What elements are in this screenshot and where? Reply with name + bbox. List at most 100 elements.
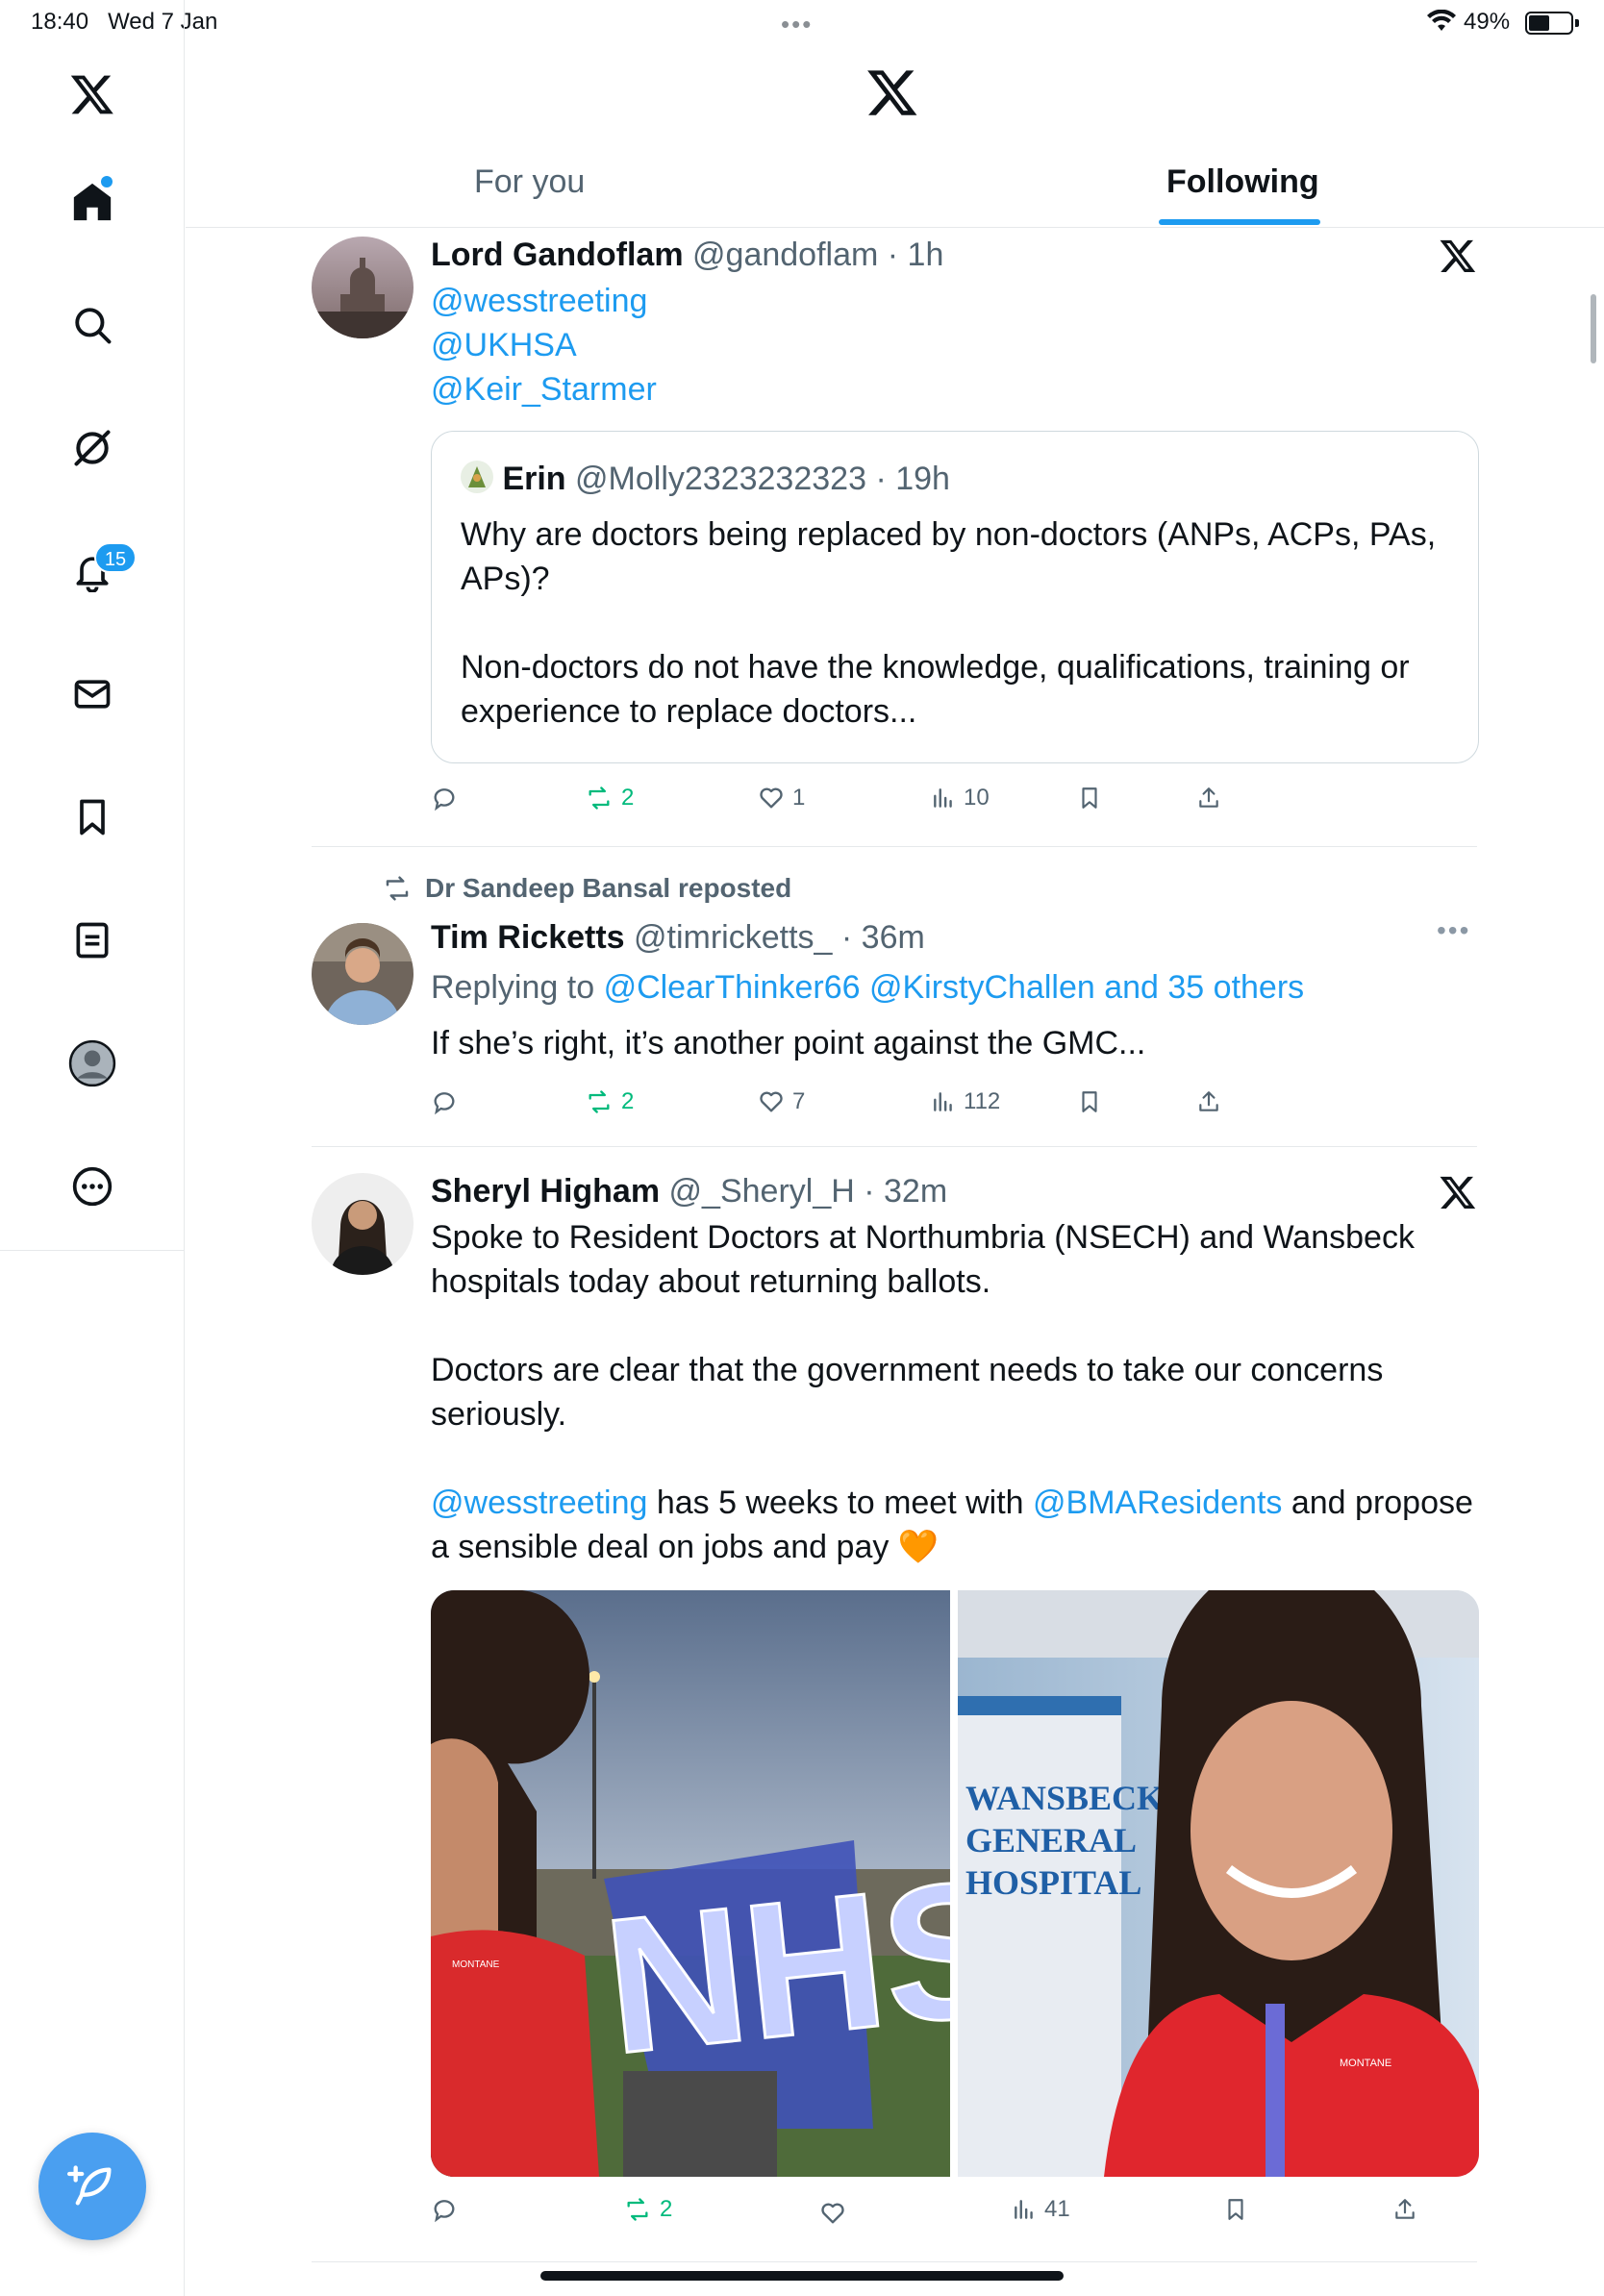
more-icon[interactable] [63, 1158, 121, 1215]
author-handle[interactable]: @timricketts_ [634, 919, 832, 956]
quoted-post[interactable]: Erin @Molly2323232323 · 19h Why are doct… [431, 431, 1479, 763]
reply-button[interactable] [431, 2196, 458, 2223]
post-time[interactable]: · 36m [841, 919, 925, 956]
jacket-brand-text: MONTANE [1340, 2058, 1391, 2069]
views-icon [934, 1092, 952, 1111]
image-nhs-sign[interactable]: MONTANE NHS [431, 1590, 1024, 2177]
tab-for-you[interactable]: For you [474, 163, 585, 201]
view-count: 41 [1044, 2196, 1070, 2222]
post-text: Spoke to Resident Doctors at Northumbria… [431, 1215, 1479, 1569]
bookmark-icon [1228, 2199, 1243, 2220]
repost-button[interactable]: 2 [585, 785, 634, 811]
repost-button[interactable]: 2 [623, 2196, 672, 2223]
tab-following[interactable]: Following [1166, 163, 1319, 201]
avatar[interactable] [312, 1173, 414, 1275]
home-indicator[interactable] [540, 2271, 1064, 2281]
timeline-tabs: For you Following [186, 154, 1604, 228]
grok-icon[interactable] [63, 419, 121, 477]
bookmarks-icon[interactable] [63, 788, 121, 846]
post-sheryl-higham[interactable]: Sheryl Higham @_Sheryl_H · 32m Spoke to … [312, 1173, 1479, 2259]
lists-icon[interactable] [63, 911, 121, 969]
like-button[interactable] [819, 2200, 846, 2227]
replying-prefix: Replying to [431, 969, 595, 1006]
post-text: @wesstreeting @UKHSA @Keir_Starmer [431, 279, 1479, 412]
views-button[interactable]: 10 [931, 785, 990, 811]
avatar[interactable] [312, 237, 414, 338]
profile-icon[interactable] [63, 1035, 121, 1092]
author-name[interactable]: Sheryl Higham [431, 1173, 660, 1210]
like-button[interactable]: 1 [758, 785, 805, 811]
mention-link[interactable]: @wesstreeting [431, 1485, 647, 1521]
quote-avatar [461, 461, 493, 493]
home-icon[interactable] [63, 173, 121, 231]
view-count: 10 [964, 785, 990, 811]
battery-icon [1525, 12, 1579, 35]
x-post-icon [1440, 1176, 1476, 1209]
post-actions: 2 1 10 [431, 785, 1479, 823]
search-icon[interactable] [63, 296, 121, 354]
share-icon [1395, 2199, 1415, 2219]
author-name[interactable]: Tim Ricketts [431, 919, 625, 956]
repost-count: 2 [660, 2196, 673, 2222]
post-time[interactable]: · 32m [864, 1173, 947, 1210]
replying-to-links[interactable]: @ClearThinker66 @KirstyChallen and 35 ot… [604, 969, 1305, 1006]
post-gandoflam[interactable]: Lord Gandoflam @gandoflam · 1h @wesstree… [312, 237, 1479, 844]
bookmark-button[interactable] [1077, 785, 1102, 811]
header-x-logo[interactable] [865, 65, 923, 123]
mention-link[interactable]: @Keir_Starmer [431, 367, 1479, 412]
post-tim-ricketts[interactable]: Dr Sandeep Bansal reposted Tim Ricketts … [312, 873, 1477, 1142]
author-handle[interactable]: @gandoflam [692, 237, 878, 273]
repost-count: 2 [621, 785, 635, 811]
share-button[interactable] [1196, 785, 1221, 811]
post-header: Sheryl Higham @_Sheryl_H · 32m [431, 1173, 947, 1210]
views-icon [1015, 2200, 1033, 2219]
image-wansbeck-hospital[interactable]: WANSBECK GENERAL HOSPITAL MONTANE [958, 1590, 1479, 2177]
reply-button[interactable] [431, 785, 458, 811]
like-count: 7 [792, 1088, 806, 1114]
repost-icon [627, 2198, 648, 2221]
like-button[interactable]: 7 [758, 1088, 805, 1115]
heart-icon [760, 787, 783, 809]
more-options-icon[interactable]: ••• [1437, 915, 1470, 946]
messages-icon[interactable] [63, 665, 121, 723]
battery-percent: 49% [1464, 9, 1511, 35]
bookmark-button[interactable] [1077, 1088, 1102, 1115]
repost-button[interactable]: 2 [585, 1088, 634, 1115]
author-name[interactable]: Lord Gandoflam [431, 237, 684, 273]
heart-icon [821, 2203, 844, 2224]
bookmark-button[interactable] [1223, 2196, 1248, 2223]
x-logo[interactable] [63, 65, 121, 123]
repost-context[interactable]: Dr Sandeep Bansal reposted [381, 873, 791, 904]
views-button[interactable]: 112 [931, 1088, 1000, 1115]
compose-post-button[interactable] [38, 2133, 146, 2240]
post-time[interactable]: · 1h [888, 237, 944, 273]
repost-context-icon [386, 876, 409, 901]
mention-link[interactable]: @wesstreeting [431, 279, 1479, 323]
reply-icon [434, 2200, 455, 2223]
post-paragraph: @wesstreeting has 5 weeks to meet with @… [431, 1481, 1479, 1569]
bookmark-icon [1082, 1091, 1097, 1112]
quote-author-handle[interactable]: @Molly2323232323 [575, 461, 866, 497]
share-button[interactable] [1196, 1088, 1221, 1115]
mention-link[interactable]: @UKHSA [431, 323, 1479, 367]
multitasking-dots-icon[interactable]: ••• [781, 10, 813, 39]
reply-button[interactable] [431, 1088, 458, 1115]
avatar[interactable] [312, 923, 414, 1025]
hospital-sign-line: WANSBECK [965, 1779, 1164, 1817]
quote-paragraph: Why are doctors being replaced by non-do… [461, 516, 1437, 597]
scrollbar[interactable] [1591, 294, 1596, 363]
like-count: 1 [792, 785, 806, 811]
quote-author-name[interactable]: Erin [502, 461, 565, 497]
quote-paragraph: Non-doctors do not have the knowledge, q… [461, 649, 1410, 730]
compose-feather-icon [67, 2165, 112, 2206]
mention-link[interactable]: @BMAResidents [1033, 1485, 1282, 1521]
post-media-grid[interactable]: MONTANE NHS WANSBECK GENERAL HOSPITAL MO… [431, 1590, 1479, 2177]
replying-to: Replying to @ClearThinker66 @KirstyChall… [431, 965, 1479, 1010]
post-header: Tim Ricketts @timricketts_ · 36m [431, 919, 925, 957]
post-actions: 2 7 112 [431, 1088, 1479, 1127]
repost-icon [589, 1090, 610, 1113]
quote-header: Erin @Molly2323232323 · 19h [461, 461, 950, 498]
share-button[interactable] [1392, 2196, 1417, 2223]
author-handle[interactable]: @_Sheryl_H [669, 1173, 855, 1210]
views-button[interactable]: 41 [1012, 2196, 1070, 2223]
